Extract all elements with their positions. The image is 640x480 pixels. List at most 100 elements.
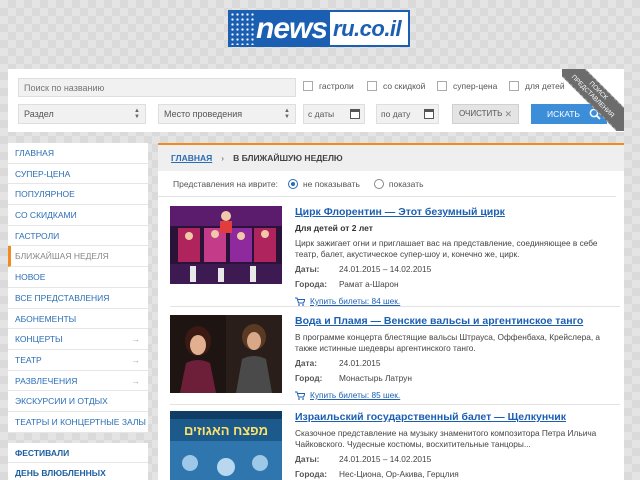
cities-label: Города: — [295, 279, 328, 289]
arrow-right-icon: → — [131, 334, 140, 345]
sidebar-item-home[interactable]: ГЛАВНАЯ — [8, 143, 148, 164]
venue-select-value: Место проведения — [164, 109, 243, 119]
sidebar-item-label: ВСЕ ПРЕДСТАВЛЕНИЯ — [15, 292, 110, 303]
close-icon: ✕ — [504, 109, 512, 119]
sidebar-item-label: АБОНЕМЕНТЫ — [15, 313, 77, 324]
buy-tickets-label: Купить билеты: 84 шек. — [310, 296, 401, 306]
logo-dots-icon — [230, 12, 254, 45]
cities-label: Города: — [295, 469, 328, 479]
event-title-link[interactable]: Цирк Флорентин — Этот безумный цирк — [295, 206, 620, 218]
event-description: Сказочное представление на музыку знамен… — [295, 428, 597, 449]
event-info: Израильский государственный балет — Щелк… — [295, 411, 620, 479]
sidebar-item-all-shows[interactable]: ВСЕ ПРЕДСТАВЛЕНИЯ — [8, 288, 148, 309]
checkbox-label: для детей — [525, 81, 565, 91]
event-dates: Даты: 24.01.2015 – 14.02.2015 — [295, 264, 620, 274]
ballet-poster-title: מפצח האגוזים — [183, 423, 269, 438]
event-dates: Даты: 24.01.2015 – 14.02.2015 — [295, 454, 620, 464]
sidebar-item-label: ЭКСКУРСИИ И ОТДЫХ — [15, 396, 108, 407]
event-dates-value: 24.01.2015 – 14.02.2015 — [339, 454, 432, 464]
sidebar-item-this-week[interactable]: БЛИЖАЙШАЯ НЕДЕЛЯ — [8, 246, 148, 268]
main-content: ГЛАВНАЯ › В БЛИЖАЙШУЮ НЕДЕЛЮ Представления… — [158, 143, 624, 480]
clear-button[interactable]: ОЧИСТИТЬ ✕ — [452, 104, 519, 124]
sidebar-item-label: ФЕСТИВАЛИ — [15, 447, 70, 458]
sidebar-item-tours[interactable]: ГАСТРОЛИ — [8, 226, 148, 247]
updown-arrows-icon: ▲ ▼ — [284, 108, 290, 120]
sidebar-item-theatre[interactable]: ТЕАТР → — [8, 350, 148, 371]
checkbox-super-price[interactable]: супер-цена — [437, 81, 497, 91]
event-title-link[interactable]: Вода и Пламя — Венские вальсы и аргентин… — [295, 315, 620, 327]
date-to-input[interactable]: по дату — [376, 104, 439, 124]
sidebar-item-label: ГЛАВНАЯ — [15, 148, 54, 158]
event-thumbnail[interactable]: מפצח האגוזים — [170, 411, 282, 480]
sidebar-item-label: БЛИЖАЙШАЯ НЕДЕЛЯ — [15, 251, 109, 262]
checkbox-box[interactable] — [303, 81, 313, 91]
sidebar-item-entertainment[interactable]: РАЗВЛЕЧЕНИЯ → — [8, 371, 148, 392]
ballet-poster — [170, 411, 282, 480]
radio-hide[interactable] — [287, 178, 298, 189]
hebrew-filter: Представления на иврите: не показывать п… — [158, 171, 616, 197]
sidebar-item-label: ПОПУЛЯРНОЕ — [15, 189, 75, 200]
title-search-input[interactable] — [18, 78, 296, 97]
search-ribbon: ПОИСК ПРЕДСТАВЛЕНИЯ — [562, 69, 624, 131]
breadcrumb-current: В БЛИЖАЙШУЮ НЕДЕЛЮ — [233, 153, 343, 163]
event-info: Цирк Флорентин — Этот безумный цирк Для … — [295, 206, 620, 306]
date-from-input[interactable]: с даты — [303, 104, 365, 124]
checkbox-label: супер-цена — [453, 81, 498, 91]
sidebar-item-concerts[interactable]: КОНЦЕРТЫ → — [8, 329, 148, 350]
dates-label: Даты: — [295, 264, 320, 274]
radio-show[interactable] — [373, 178, 384, 189]
breadcrumb-home-link[interactable]: ГЛАВНАЯ — [171, 153, 212, 163]
event-title-link[interactable]: Израильский государственный балет — Щелк… — [295, 411, 620, 423]
sidebar-item-super-price[interactable]: СУПЕР-ЦЕНА — [8, 164, 148, 185]
sidebar-item-new[interactable]: НОВОЕ — [8, 267, 148, 288]
checkbox-for-kids[interactable]: для детей — [509, 81, 565, 91]
arrow-right-icon: → — [131, 354, 140, 365]
event-thumbnail[interactable] — [170, 315, 282, 393]
divider — [170, 404, 620, 405]
checkbox-box[interactable] — [509, 81, 519, 91]
search-ribbon-label: ПОИСК ПРЕДСТАВЛЕНИЯ — [562, 69, 624, 131]
sidebar-item-excursions[interactable]: ЭКСКУРСИИ И ОТДЫХ — [8, 391, 148, 412]
checkbox-box[interactable] — [367, 81, 377, 91]
sidebar-item-venues[interactable]: ТЕАТРЫ И КОНЦЕРТНЫЕ ЗАЛЫ — [8, 412, 148, 433]
event-subtitle: Для детей от 2 лет — [295, 223, 373, 233]
section-select-value: Раздел — [24, 109, 54, 119]
checkbox-discount[interactable]: со скидкой — [367, 81, 425, 91]
sidebar-menu-special: ФЕСТИВАЛИ ДЕНЬ ВЛЮБЛЕННЫХ — [8, 442, 148, 480]
sidebar-item-label: КОНЦЕРТЫ — [15, 334, 63, 345]
sidebar-item-discounts[interactable]: СО СКИДКАМИ — [8, 205, 148, 226]
event-thumbnail[interactable] — [170, 206, 282, 284]
checkbox-tours[interactable]: гастроли — [303, 81, 354, 91]
event-info: Вода и Пламя — Венские вальсы и аргентин… — [295, 315, 620, 400]
radio-hide-label: не показывать — [302, 178, 360, 189]
event-cities: Город: Монастырь Латрун — [295, 373, 620, 383]
sidebar-item-label: РАЗВЛЕЧЕНИЯ — [15, 375, 78, 386]
logo-main-text: news — [254, 12, 331, 45]
checkbox-label: гастроли — [319, 81, 354, 91]
circus-photo — [170, 206, 282, 284]
sidebar-item-label: ДЕНЬ ВЛЮБЛЕННЫХ — [15, 468, 106, 479]
date-label: Дата: — [295, 358, 317, 368]
date-to-placeholder: по дату — [381, 109, 411, 119]
sidebar-item-label: СУПЕР-ЦЕНА — [15, 168, 71, 179]
sidebar-menu: ГЛАВНАЯ СУПЕР-ЦЕНА ПОПУЛЯРНОЕ СО СКИДКАМ… — [8, 143, 148, 433]
radio-show-label: показать — [388, 178, 424, 189]
sidebar-item-popular[interactable]: ПОПУЛЯРНОЕ — [8, 184, 148, 206]
buy-tickets-label: Купить билеты: 85 шек. — [310, 390, 401, 400]
sidebar-item-subscriptions[interactable]: АБОНЕМЕНТЫ — [8, 309, 148, 330]
section-select[interactable]: Раздел ▲ ▼ — [18, 104, 146, 124]
hebrew-filter-label: Представления на иврите: — [173, 178, 278, 189]
buy-tickets-link[interactable]: Купить билеты: 84 шек. — [295, 296, 620, 306]
checkbox-box[interactable] — [437, 81, 447, 91]
event-description: В программе концерта блестящие вальсы Шт… — [295, 332, 601, 353]
calendar-icon[interactable] — [424, 109, 434, 119]
sidebar-item-valentines[interactable]: ДЕНЬ ВЛЮБЛЕННЫХ — [8, 463, 148, 480]
calendar-icon[interactable] — [350, 109, 360, 119]
venue-select[interactable]: Место проведения ▲ ▼ — [158, 104, 296, 124]
checkbox-label: со скидкой — [383, 81, 426, 91]
site-logo[interactable]: news ru.co.il — [228, 10, 410, 47]
sidebar-item-festivals[interactable]: ФЕСТИВАЛИ — [8, 443, 148, 464]
cart-icon — [295, 297, 305, 306]
buy-tickets-link[interactable]: Купить билеты: 85 шек. — [295, 390, 620, 400]
date-from-placeholder: с даты — [308, 109, 335, 119]
